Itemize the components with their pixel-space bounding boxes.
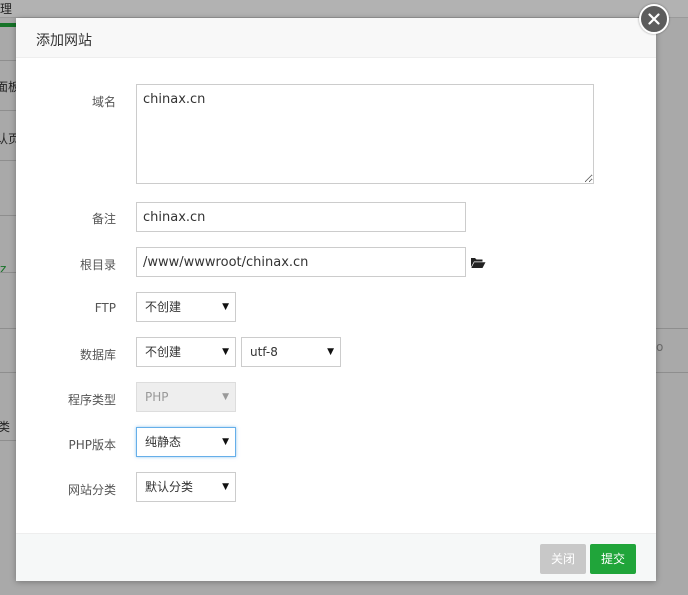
dialog-header: 添加网站 — [16, 18, 656, 58]
database-select-value: 不创建 — [145, 345, 182, 359]
caret-down-icon: ▼ — [222, 347, 229, 357]
database-select[interactable]: 不创建 ▼ — [136, 337, 236, 367]
submit-button[interactable]: 提交 — [590, 544, 636, 574]
root-dir-input[interactable] — [136, 247, 466, 277]
caret-down-icon: ▼ — [222, 437, 229, 447]
site-category-select-value: 默认分类 — [145, 480, 194, 494]
caret-down-icon: ▼ — [222, 392, 229, 402]
dialog-close-button[interactable] — [639, 4, 669, 34]
dialog-footer: 关闭 提交 — [16, 533, 656, 581]
program-type-label: 程序类型 — [67, 393, 116, 407]
ftp-label: FTP — [94, 301, 116, 315]
dialog-title: 添加网站 — [36, 33, 92, 49]
close-button[interactable]: 关闭 — [540, 544, 586, 574]
site-category-select[interactable]: 默认分类 ▼ — [136, 472, 236, 502]
program-type-select-value: PHP — [145, 390, 169, 404]
folder-open-icon[interactable] — [470, 256, 486, 272]
remark-input[interactable] — [136, 202, 466, 232]
php-version-label: PHP版本 — [68, 438, 117, 452]
ftp-select-value: 不创建 — [145, 300, 182, 314]
remark-label: 备注 — [91, 212, 116, 226]
program-type-select: PHP ▼ — [136, 382, 236, 412]
caret-down-icon: ▼ — [222, 482, 229, 492]
root-dir-label: 根目录 — [79, 258, 116, 272]
site-category-label: 网站分类 — [67, 483, 116, 497]
domain-label: 域名 — [91, 95, 116, 109]
add-site-dialog: 添加网站 域名 chinax.cn 备注 根目录 FTP 不创建 ▼ 数据库 不… — [16, 18, 656, 581]
ftp-select[interactable]: 不创建 ▼ — [136, 292, 236, 322]
php-version-select[interactable]: 纯静态 ▼ — [136, 427, 236, 457]
database-label: 数据库 — [79, 348, 116, 362]
caret-down-icon: ▼ — [327, 347, 334, 357]
caret-down-icon: ▼ — [222, 302, 229, 312]
php-version-select-value: 纯静态 — [145, 435, 182, 449]
charset-select[interactable]: utf-8 ▼ — [241, 337, 341, 367]
charset-select-value: utf-8 — [250, 345, 278, 359]
domain-textarea[interactable]: chinax.cn — [136, 84, 594, 184]
